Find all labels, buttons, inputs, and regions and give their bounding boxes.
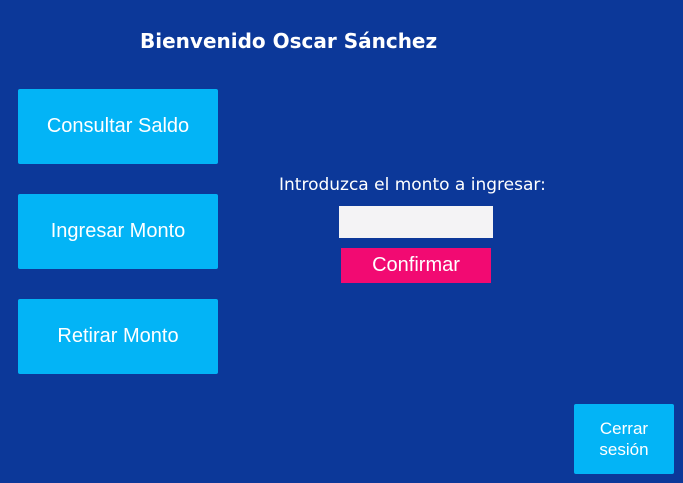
logout-label: Cerrar sesión <box>599 419 649 459</box>
amount-input[interactable] <box>339 206 493 238</box>
welcome-title: Bienvenido Oscar Sánchez <box>140 29 438 53</box>
consultar-saldo-button[interactable]: Consultar Saldo <box>18 89 218 164</box>
ingresar-monto-button[interactable]: Ingresar Monto <box>18 194 218 269</box>
logout-button[interactable]: Cerrar sesión <box>574 404 674 474</box>
retirar-monto-button[interactable]: Retirar Monto <box>18 299 218 374</box>
amount-prompt-label: Introduzca el monto a ingresar: <box>279 175 546 195</box>
confirm-button[interactable]: Confirmar <box>341 248 491 283</box>
